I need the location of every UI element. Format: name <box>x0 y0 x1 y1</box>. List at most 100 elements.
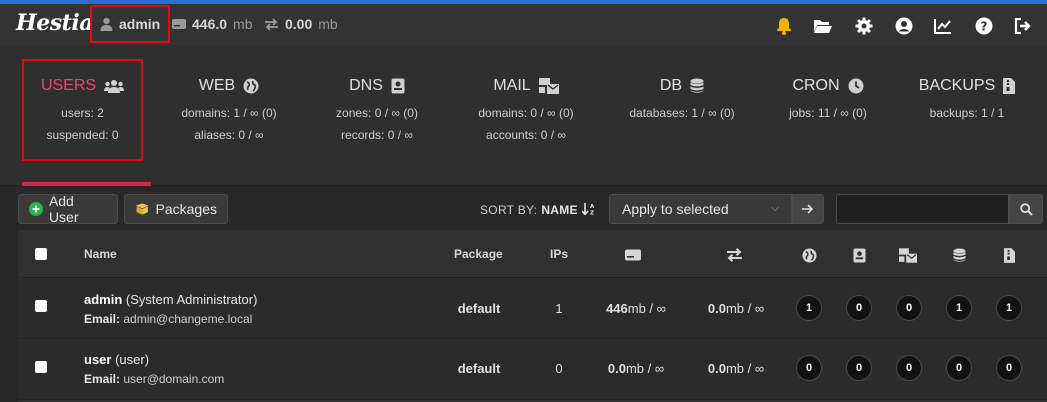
disk-usage-unit: mb <box>233 16 253 32</box>
table-row[interactable]: user (user) Email: user@domain.com defau… <box>18 340 1047 400</box>
stat-cron[interactable]: CRON jobs: 11 / ∞ (0) <box>780 75 876 119</box>
sort-by-control[interactable]: SORT BY: NAME AZ <box>480 203 596 217</box>
globe-icon <box>243 78 259 94</box>
logout-icon[interactable] <box>1012 15 1034 37</box>
bandwidth-unit: mb <box>318 16 338 32</box>
bell-icon[interactable] <box>773 15 795 37</box>
top-bar: Hestia admin 446.0 mb 0.00 mb ? <box>0 4 1047 45</box>
highlight-box-user <box>90 5 170 43</box>
hestia-logo[interactable]: Hestia <box>16 10 93 36</box>
column-name[interactable]: Name <box>84 247 117 261</box>
apply-bulk-button[interactable] <box>792 194 824 224</box>
clock-icon <box>848 78 864 94</box>
packages-label: Packages <box>155 201 217 217</box>
bandwidth-value: 0.00 <box>285 16 313 32</box>
row-checkbox[interactable] <box>35 361 47 373</box>
stat-backups-count: backups: 1 / 1 <box>929 106 1005 120</box>
email-label: Email: <box>84 372 121 386</box>
search-input[interactable] <box>836 194 1009 224</box>
stat-dns-zones: zones: 0 / ∞ (0) <box>336 106 418 120</box>
disk-usage: 446.0 mb <box>172 16 253 32</box>
chevron-down-icon: ⌵ <box>771 203 779 214</box>
user-bandwidth: 0.0mb / ∞ <box>707 361 765 376</box>
column-package[interactable]: Package <box>454 247 503 261</box>
globe-icon <box>800 246 818 264</box>
user-name[interactable]: user (user) <box>84 352 149 367</box>
stat-cron-title: CRON <box>780 75 876 97</box>
bandwidth-arrows-icon <box>725 246 743 264</box>
stat-mail-accounts: accounts: 0 / ∞ <box>486 128 566 142</box>
arrow-right-icon <box>802 204 814 214</box>
database-icon <box>950 246 968 264</box>
mail-bulk-icon <box>899 246 917 264</box>
email-label: Email: <box>84 312 121 326</box>
disk-usage-value: 446.0 <box>192 16 228 32</box>
stat-dns[interactable]: DNS zones: 0 / ∞ (0) records: 0 / ∞ <box>322 75 432 141</box>
hdd-icon <box>172 19 186 29</box>
user-fullname: (user) <box>115 352 150 367</box>
databases-count: 1 <box>946 295 972 321</box>
bulk-action-value: Apply to selected <box>622 201 729 217</box>
user-email: Email: user@domain.com <box>84 372 224 386</box>
gear-icon[interactable] <box>853 15 875 37</box>
user-package[interactable]: default <box>448 361 510 376</box>
dns-zones-count: 0 <box>846 295 872 321</box>
toolbar: Add User Packages SORT BY: NAME AZ Apply … <box>0 186 1047 230</box>
highlight-box-users <box>22 59 143 161</box>
stat-mail-title: MAIL <box>466 75 586 97</box>
chart-line-icon[interactable] <box>932 15 954 37</box>
user-circle-icon[interactable] <box>893 15 915 37</box>
column-ips[interactable]: IPs <box>550 247 568 261</box>
packages-button[interactable]: Packages <box>124 194 228 224</box>
user-name[interactable]: admin (System Administrator) <box>84 292 257 307</box>
web-domains-count: 1 <box>796 295 822 321</box>
stat-web-aliases: aliases: 0 / ∞ <box>194 128 264 142</box>
add-user-button[interactable]: Add User <box>18 193 118 225</box>
search-button[interactable] <box>1009 194 1043 224</box>
user-bandwidth: 0.0mb / ∞ <box>707 301 765 316</box>
web-domains-count: 0 <box>796 355 822 381</box>
svg-text:A: A <box>590 204 595 210</box>
dns-book-icon <box>391 78 405 94</box>
email-value: admin@changeme.local <box>123 312 253 326</box>
stat-web-title: WEB <box>170 75 288 97</box>
mail-bulk-icon <box>538 78 559 94</box>
user-fullname: (System Administrator) <box>125 292 258 307</box>
bulk-action-select[interactable]: Apply to selected ⌵ <box>609 194 792 224</box>
table-row[interactable]: admin (System Administrator) Email: admi… <box>18 279 1047 339</box>
stat-db[interactable]: DB databases: 1 / ∞ (0) <box>620 75 744 119</box>
mail-domains-count: 0 <box>896 295 922 321</box>
user-package[interactable]: default <box>448 301 510 316</box>
users-table: Name Package IPs admin (System Administr… <box>18 230 1047 402</box>
folder-open-icon[interactable] <box>812 15 834 37</box>
question-icon[interactable]: ? <box>973 15 995 37</box>
stat-dns-records: records: 0 / ∞ <box>341 128 413 142</box>
databases-count: 0 <box>946 355 972 381</box>
stat-mail[interactable]: MAIL domains: 0 / ∞ (0) accounts: 0 / ∞ <box>466 75 586 141</box>
plus-circle-icon <box>29 202 43 216</box>
stat-cron-jobs: jobs: 11 / ∞ (0) <box>789 106 867 120</box>
user-ips: 0 <box>555 361 563 376</box>
stat-backups[interactable]: BACKUPS backups: 1 / 1 <box>914 75 1020 119</box>
backups-count: 1 <box>996 295 1022 321</box>
sort-by-value: NAME <box>541 203 578 217</box>
stats-panel: USERS users: 2 suspended: 0 WEB domains:… <box>0 45 1047 186</box>
database-icon <box>690 78 704 93</box>
table-header: Name Package IPs <box>18 230 1047 278</box>
file-archive-icon <box>1003 78 1016 94</box>
bandwidth-usage: 0.00 mb <box>264 16 338 32</box>
dns-zones-count: 0 <box>846 355 872 381</box>
stat-web[interactable]: WEB domains: 1 / ∞ (0) aliases: 0 / ∞ <box>170 75 288 141</box>
select-all-checkbox[interactable] <box>35 248 47 260</box>
add-user-label: Add User <box>48 193 79 225</box>
user-login: admin <box>84 292 123 307</box>
search-icon <box>1019 202 1033 216</box>
sort-by-label: SORT BY: <box>480 203 538 217</box>
user-email: Email: admin@changeme.local <box>84 312 252 326</box>
user-ips: 1 <box>555 301 563 316</box>
user-disk: 0.0mb / ∞ <box>607 361 665 376</box>
stat-mail-domains: domains: 0 / ∞ (0) <box>478 106 574 120</box>
user-disk: 446mb / ∞ <box>606 301 666 316</box>
disk-icon <box>624 246 642 264</box>
row-checkbox[interactable] <box>35 300 47 312</box>
